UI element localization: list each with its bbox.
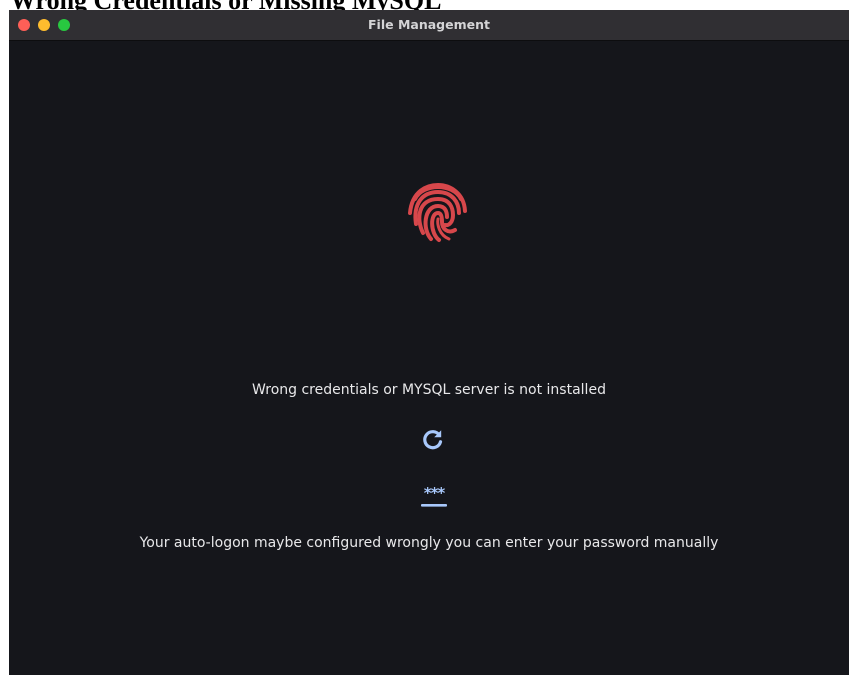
app-window: File Management Wrong credentials or MYS… xyxy=(9,10,849,675)
svg-text:***: *** xyxy=(424,485,446,502)
title-bar[interactable]: File Management xyxy=(9,10,849,41)
error-message: Wrong credentials or MYSQL server is not… xyxy=(252,382,606,398)
main-content: Wrong credentials or MYSQL server is not… xyxy=(9,41,849,675)
refresh-icon[interactable] xyxy=(421,427,445,451)
hint-message: Your auto-logon maybe configured wrongly… xyxy=(139,535,719,551)
page: Wrong Credentials or Missing MySQL File … xyxy=(0,0,849,675)
fingerprint-icon[interactable] xyxy=(405,177,471,247)
window-title: File Management xyxy=(368,17,490,32)
password-icon[interactable]: *** xyxy=(417,485,451,509)
